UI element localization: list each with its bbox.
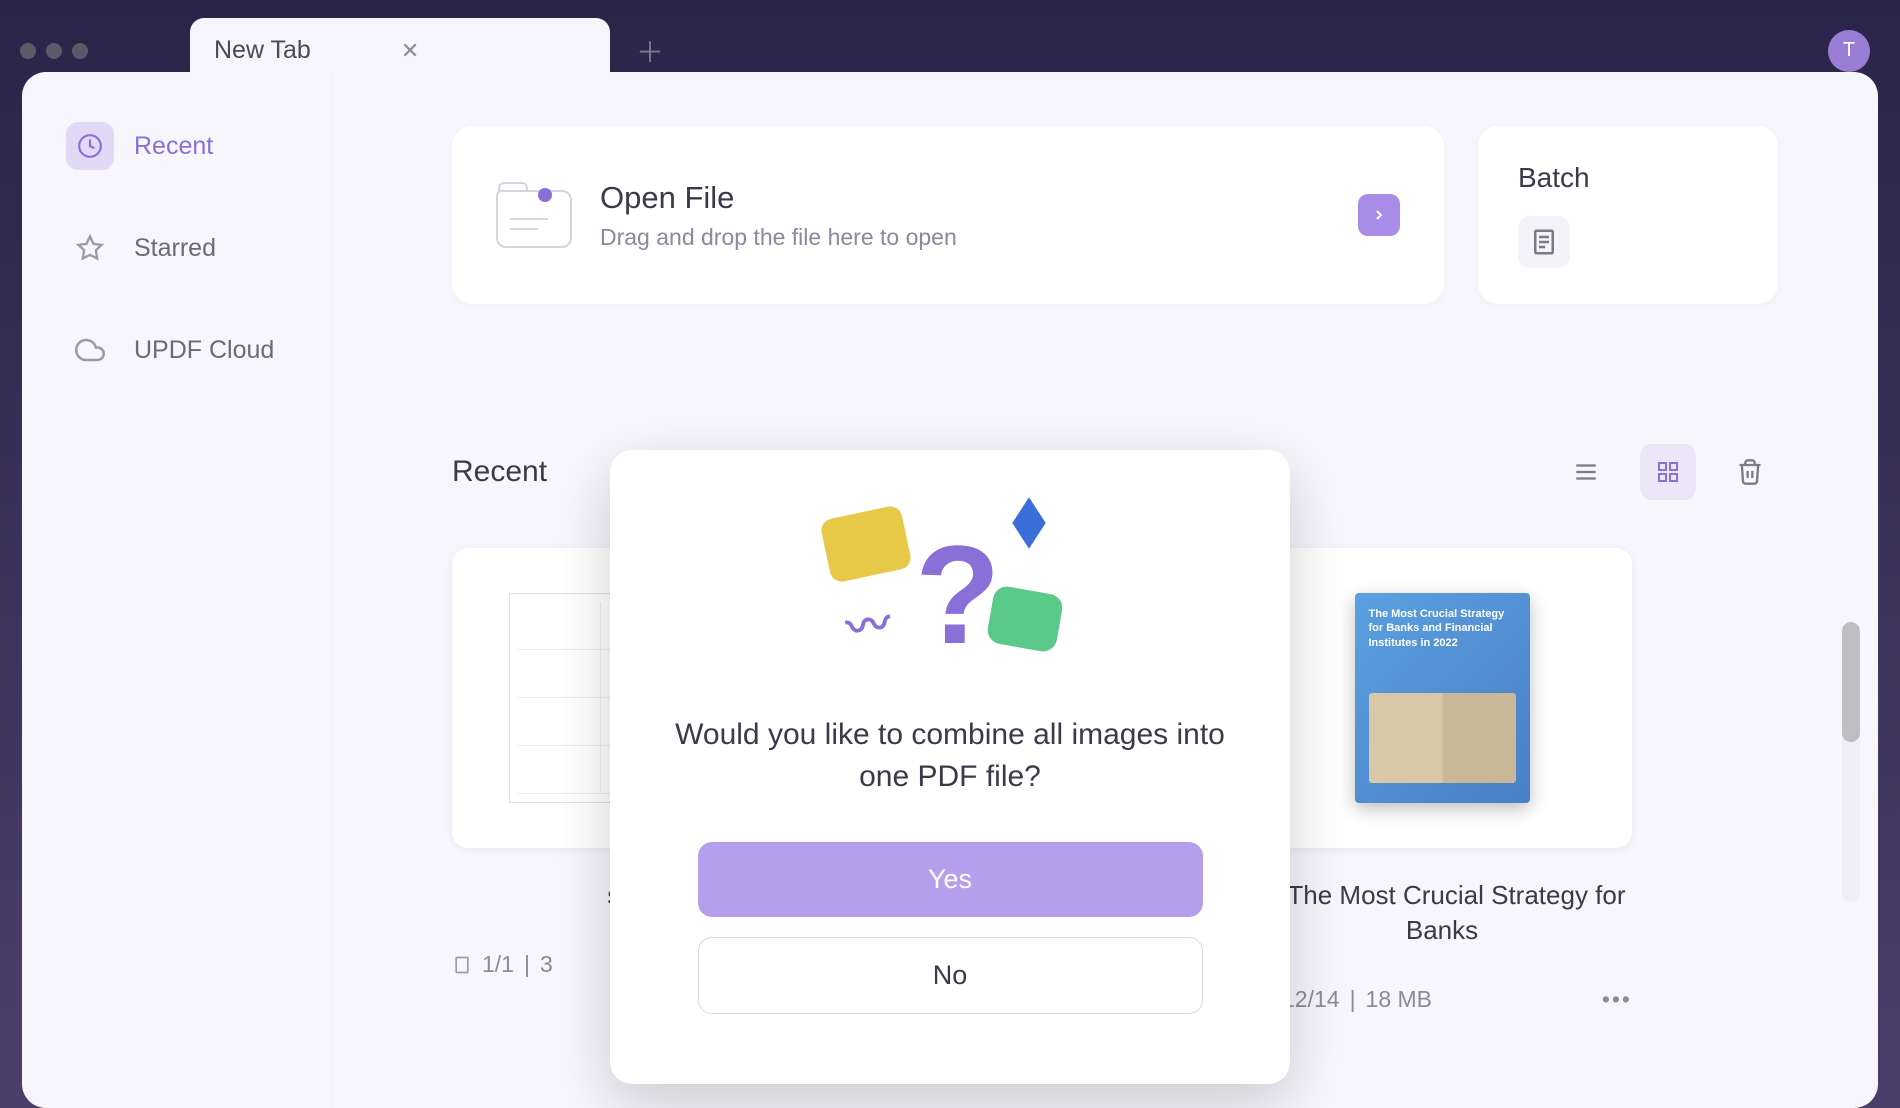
window-titlebar: New Tab ✕ ＋ T <box>0 0 1900 83</box>
sidebar-item-label: Recent <box>134 132 213 161</box>
speech-bubble-icon <box>819 504 913 584</box>
open-file-subtitle: Drag and drop the file here to open <box>600 224 1330 251</box>
delete-button[interactable] <box>1722 444 1778 500</box>
new-tab-button[interactable]: ＋ <box>618 31 682 71</box>
file-size: 3 <box>540 951 553 978</box>
sidebar: Recent Starred UPDF Cloud <box>22 72 332 1108</box>
scrollbar[interactable] <box>1842 622 1860 902</box>
dialog-illustration: ? 〰 <box>820 504 1080 674</box>
sidebar-item-updf-cloud[interactable]: UPDF Cloud <box>52 314 301 386</box>
batch-card[interactable]: Batch <box>1478 126 1778 304</box>
file-meta: 12/14 | 18 MB ••• <box>1252 986 1632 1013</box>
section-title: Recent <box>452 455 547 489</box>
question-mark-icon: ? <box>915 514 1001 676</box>
speech-bubble-icon <box>985 584 1064 653</box>
chevron-right-icon[interactable] <box>1358 194 1400 236</box>
top-cards: Open File Drag and drop the file here to… <box>452 126 1778 304</box>
folder-icon <box>496 182 572 248</box>
open-file-text: Open File Drag and drop the file here to… <box>600 180 1330 251</box>
close-window-button[interactable] <box>20 43 36 59</box>
minimize-window-button[interactable] <box>46 43 62 59</box>
sidebar-item-recent[interactable]: Recent <box>52 110 301 182</box>
open-file-card[interactable]: Open File Drag and drop the file here to… <box>452 126 1444 304</box>
dialog-message: Would you like to combine all images int… <box>664 714 1236 798</box>
scrollbar-thumb[interactable] <box>1842 622 1860 742</box>
avatar[interactable]: T <box>1828 30 1870 72</box>
thumbnail-cover-title: The Most Crucial Strategy for Banks and … <box>1369 607 1516 650</box>
avatar-initial: T <box>1843 39 1855 62</box>
combine-images-dialog: ? 〰 Would you like to combine all images… <box>610 450 1290 1084</box>
grid-view-button[interactable] <box>1640 444 1696 500</box>
sidebar-item-label: UPDF Cloud <box>134 336 274 365</box>
open-file-title: Open File <box>600 180 1330 216</box>
list-view-button[interactable] <box>1558 444 1614 500</box>
view-controls <box>1558 444 1778 500</box>
sidebar-item-label: Starred <box>134 234 216 263</box>
star-icon <box>66 224 114 272</box>
file-name: 12The Most Crucial Strategy for Banks <box>1252 878 1632 948</box>
file-pages: 12/14 <box>1282 986 1340 1013</box>
file-card[interactable]: The Most Crucial Strategy for Banks and … <box>1252 548 1632 1013</box>
document-icon <box>452 955 472 975</box>
close-tab-icon[interactable]: ✕ <box>401 38 419 64</box>
file-thumbnail: The Most Crucial Strategy for Banks and … <box>1252 548 1632 848</box>
file-size: 18 MB <box>1366 986 1432 1013</box>
squiggle-icon: 〰 <box>842 587 894 657</box>
more-options-icon[interactable]: ••• <box>1602 986 1632 1013</box>
cube-icon <box>1012 497 1045 548</box>
sidebar-item-starred[interactable]: Starred <box>52 212 301 284</box>
cloud-icon <box>66 326 114 374</box>
batch-title: Batch <box>1518 162 1738 194</box>
maximize-window-button[interactable] <box>72 43 88 59</box>
yes-button[interactable]: Yes <box>698 842 1203 917</box>
traffic-lights <box>20 43 88 59</box>
clock-icon <box>66 122 114 170</box>
file-pages: 1/1 <box>482 951 514 978</box>
batch-icon <box>1518 216 1570 268</box>
tab-title: New Tab <box>214 36 311 65</box>
no-button[interactable]: No <box>698 937 1203 1014</box>
